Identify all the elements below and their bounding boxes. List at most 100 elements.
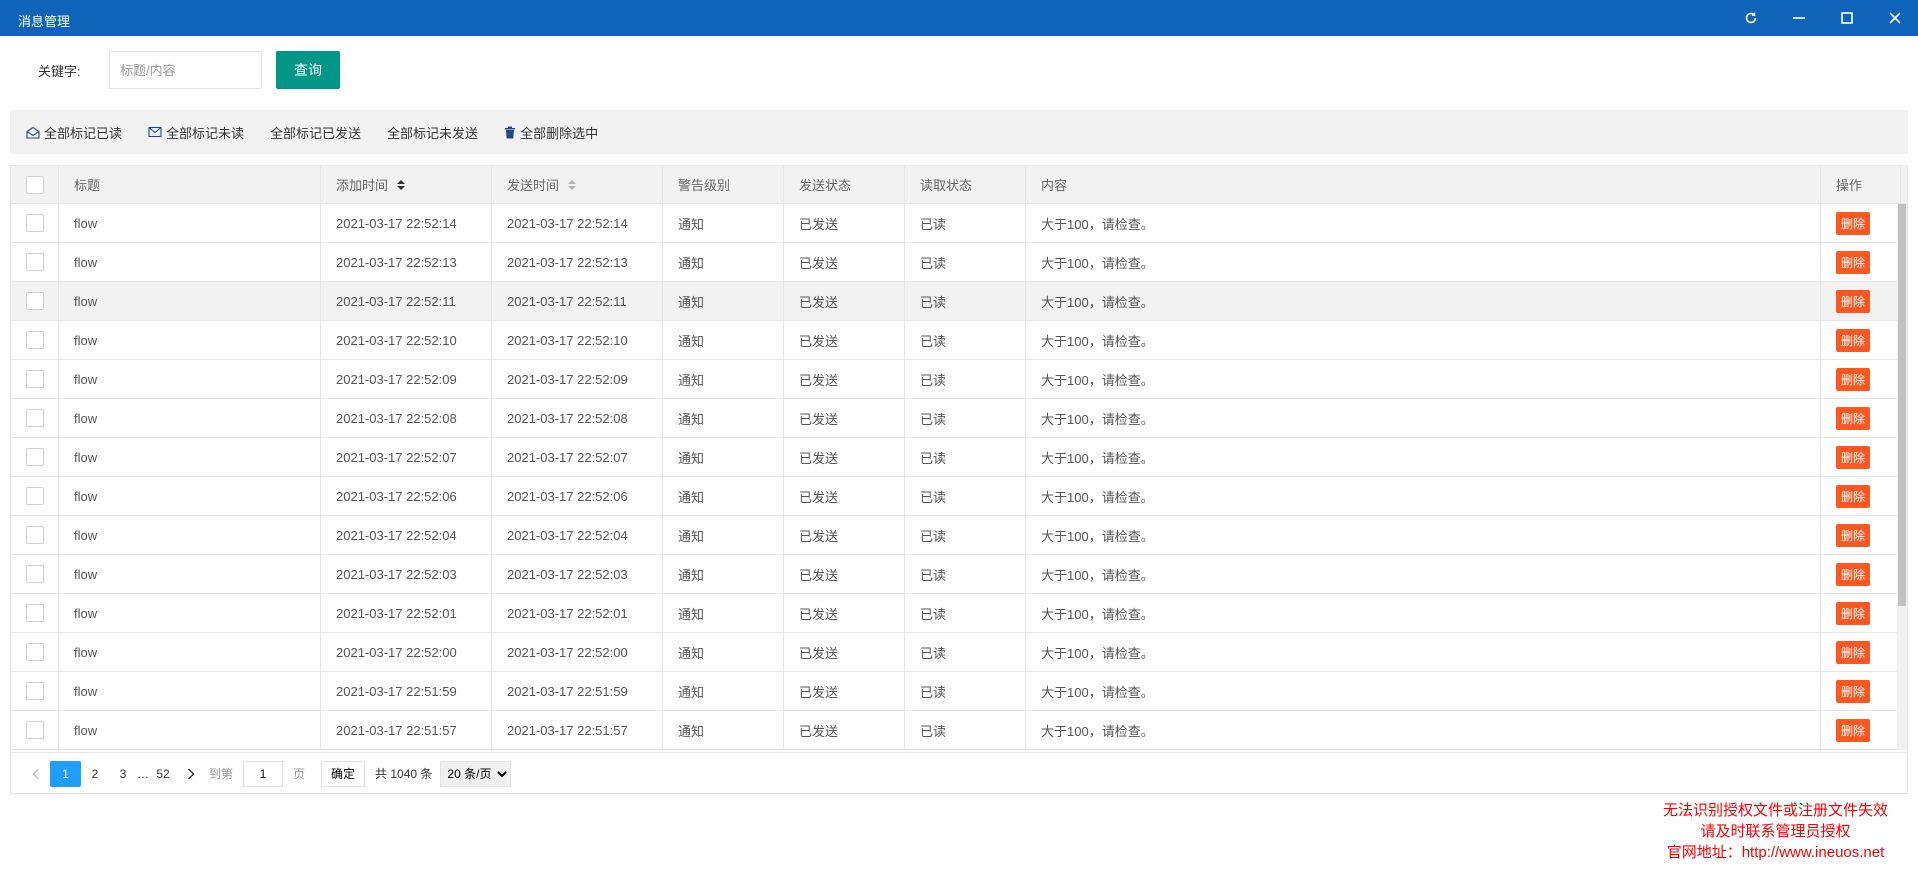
delete-button[interactable]: 删除	[1836, 601, 1871, 625]
cell-title: flow	[59, 477, 321, 515]
row-checkbox[interactable]	[25, 409, 44, 427]
row-checkbox[interactable]	[25, 526, 44, 544]
table-row[interactable]: flow 2021-03-17 22:52:10 2021-03-17 22:52:…	[11, 321, 1907, 360]
query-button[interactable]: 查询	[276, 51, 340, 89]
row-checkbox[interactable]	[25, 448, 44, 466]
refresh-button[interactable]	[1728, 0, 1774, 36]
minimize-button[interactable]	[1776, 0, 1822, 36]
header-add-time[interactable]: 添加时间	[321, 166, 492, 203]
row-action-cell: 删除	[1821, 243, 1901, 281]
action-toolbar: 全部标记已读 全部标记未读 全部标记已发送 全部标记未发送 全部删除选中	[10, 110, 1908, 154]
row-checkbox[interactable]	[25, 565, 44, 583]
prev-page-button[interactable]	[22, 761, 50, 787]
cell-title: flow	[59, 399, 321, 437]
delete-button[interactable]: 删除	[1836, 445, 1871, 469]
row-checkbox-cell	[11, 555, 59, 593]
cell-add-time: 2021-03-17 22:52:04	[321, 516, 492, 554]
delete-button[interactable]: 删除	[1836, 328, 1871, 352]
header-send-time[interactable]: 发送时间	[492, 166, 663, 203]
page-last-button[interactable]: 52	[149, 761, 177, 787]
delete-button[interactable]: 删除	[1836, 679, 1871, 703]
chevron-right-icon	[188, 768, 195, 779]
trash-icon	[505, 126, 516, 138]
mark-all-read-button[interactable]: 全部标记已读	[26, 123, 122, 142]
goto-confirm-button[interactable]: 确定	[321, 760, 366, 787]
page-size-select[interactable]: 20 条/页	[440, 760, 512, 787]
mark-all-unread-button[interactable]: 全部标记未读	[148, 123, 244, 142]
row-checkbox[interactable]	[25, 253, 44, 271]
table-row[interactable]: flow 2021-03-17 22:51:57 2021-03-17 22:51:…	[11, 711, 1907, 750]
cell-title: flow	[59, 204, 321, 242]
table-row[interactable]: flow 2021-03-17 22:52:13 2021-03-17 22:52:…	[11, 243, 1907, 282]
delete-button[interactable]: 删除	[1836, 640, 1871, 664]
table-row[interactable]: flow 2021-03-17 22:52:11 2021-03-17 22:52:…	[11, 282, 1907, 321]
row-checkbox[interactable]	[25, 370, 44, 388]
next-page-button[interactable]	[177, 761, 205, 787]
table-row[interactable]: flow 2021-03-17 22:52:09 2021-03-17 22:52:…	[11, 360, 1907, 399]
cell-add-time: 2021-03-17 22:52:08	[321, 399, 492, 437]
goto-page-input[interactable]	[243, 760, 284, 787]
table-row[interactable]: flow 2021-03-17 22:52:14 2021-03-17 22:52:…	[11, 204, 1907, 243]
row-checkbox[interactable]	[25, 682, 44, 700]
total-count: 共 1040 条	[375, 767, 433, 781]
table-row[interactable]: flow 2021-03-17 22:52:08 2021-03-17 22:52:…	[11, 399, 1907, 438]
page-3-button[interactable]: 3	[109, 761, 137, 787]
delete-selected-button[interactable]: 全部删除选中	[504, 123, 598, 142]
row-checkbox[interactable]	[25, 604, 44, 622]
cell-send-status: 已发送	[784, 321, 905, 359]
cell-level: 通知	[663, 711, 784, 749]
cell-content: 大于100，请检查。	[1026, 282, 1821, 320]
table-row[interactable]: flow 2021-03-17 22:52:03 2021-03-17 22:52:…	[11, 555, 1907, 594]
mark-all-sent-button[interactable]: 全部标记已发送	[270, 123, 361, 142]
delete-button[interactable]: 删除	[1836, 211, 1871, 235]
table-row[interactable]: flow 2021-03-17 22:51:59 2021-03-17 22:51:…	[11, 672, 1907, 711]
close-button[interactable]	[1872, 0, 1918, 36]
row-checkbox[interactable]	[25, 331, 44, 349]
table-row[interactable]: flow 2021-03-17 22:52:06 2021-03-17 22:52:…	[11, 477, 1907, 516]
row-checkbox[interactable]	[25, 721, 44, 739]
cell-send-time: 2021-03-17 22:52:11	[492, 282, 663, 320]
table-row[interactable]: flow 2021-03-17 22:52:00 2021-03-17 22:52:…	[11, 633, 1907, 672]
cell-read-status: 已读	[905, 204, 1026, 242]
delete-button[interactable]: 删除	[1836, 484, 1871, 508]
cell-add-time: 2021-03-17 22:52:07	[321, 438, 492, 476]
page-2-button[interactable]: 2	[81, 761, 109, 787]
row-checkbox[interactable]	[25, 487, 44, 505]
minimize-icon	[1793, 17, 1805, 19]
delete-button[interactable]: 删除	[1836, 367, 1871, 391]
sort-add-time-icon[interactable]	[396, 179, 406, 191]
cell-level: 通知	[663, 516, 784, 554]
cell-title: flow	[59, 360, 321, 398]
page-1-button[interactable]: 1	[50, 760, 81, 787]
table-row[interactable]: flow 2021-03-17 22:52:01 2021-03-17 22:52:…	[11, 594, 1907, 633]
select-all-checkbox[interactable]	[25, 175, 44, 194]
delete-button[interactable]: 删除	[1836, 406, 1871, 430]
scrollbar-thumb[interactable]	[1898, 204, 1906, 606]
cell-send-status: 已发送	[784, 282, 905, 320]
cell-content: 大于100，请检查。	[1026, 516, 1821, 554]
cell-read-status: 已读	[905, 243, 1026, 281]
delete-button[interactable]: 删除	[1836, 523, 1871, 547]
row-checkbox[interactable]	[25, 214, 44, 232]
cell-content: 大于100，请检查。	[1026, 243, 1821, 281]
row-checkbox[interactable]	[25, 643, 44, 661]
cell-send-time: 2021-03-17 22:52:13	[492, 243, 663, 281]
row-checkbox[interactable]	[25, 292, 44, 310]
delete-button[interactable]: 删除	[1836, 562, 1871, 586]
delete-button[interactable]: 删除	[1836, 718, 1871, 742]
row-checkbox-cell	[11, 633, 59, 671]
cell-content: 大于100，请检查。	[1026, 204, 1821, 242]
maximize-button[interactable]	[1824, 0, 1870, 36]
table-row[interactable]: flow 2021-03-17 22:52:04 2021-03-17 22:52:…	[11, 516, 1907, 555]
delete-button[interactable]: 删除	[1836, 289, 1871, 313]
delete-button[interactable]: 删除	[1836, 250, 1871, 274]
row-action-cell: 删除	[1821, 282, 1901, 320]
keyword-input[interactable]	[109, 51, 262, 89]
license-line-1: 无法识别授权文件或注册文件失效	[1662, 802, 1888, 819]
cell-title: flow	[59, 672, 321, 710]
cell-title: flow	[59, 555, 321, 593]
row-action-cell: 删除	[1821, 477, 1901, 515]
sort-send-time-icon[interactable]	[567, 179, 577, 191]
table-row[interactable]: flow 2021-03-17 22:52:07 2021-03-17 22:52:…	[11, 438, 1907, 477]
mark-all-unsent-button[interactable]: 全部标记未发送	[387, 123, 478, 142]
